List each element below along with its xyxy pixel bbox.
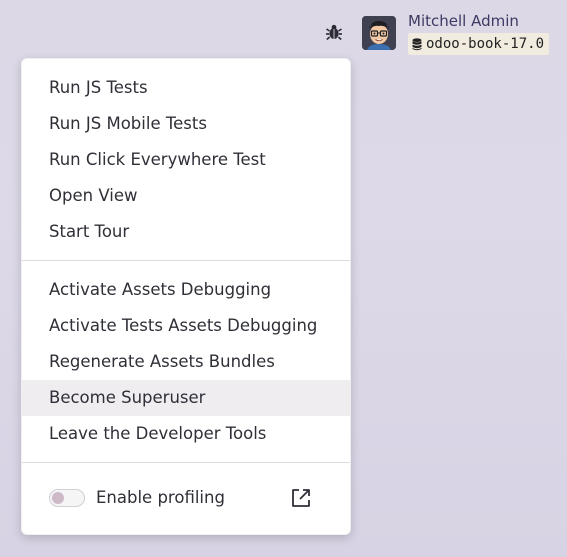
bug-icon[interactable] [324,22,344,42]
profiling-toggle[interactable] [49,489,85,507]
menu-item-start-tour[interactable]: Start Tour [22,214,350,250]
menu-item-leave-developer-tools[interactable]: Leave the Developer Tools [22,416,350,452]
user-avatar[interactable] [362,16,396,50]
database-badge: odoo-book-17.0 [408,33,550,55]
menu-item-run-click-everywhere-test[interactable]: Run Click Everywhere Test [22,142,350,178]
toggle-knob [52,492,64,504]
menu-item-become-superuser[interactable]: Become Superuser [22,380,350,416]
menu-item-activate-tests-assets-debugging[interactable]: Activate Tests Assets Debugging [22,308,350,344]
external-link-icon[interactable] [290,487,312,509]
menu-divider [22,260,350,261]
menu-item-activate-assets-debugging[interactable]: Activate Assets Debugging [22,272,350,308]
profiling-row: Enable profiling [22,481,350,515]
database-name: odoo-book-17.0 [426,36,545,52]
menu-divider [22,462,350,463]
user-name[interactable]: Mitchell Admin [408,12,519,30]
profiling-label[interactable]: Enable profiling [96,481,225,515]
debug-menu-dropdown: Run JS Tests Run JS Mobile Tests Run Cli… [21,58,351,535]
menu-item-run-js-mobile-tests[interactable]: Run JS Mobile Tests [22,106,350,142]
menu-item-open-view[interactable]: Open View [22,178,350,214]
menu-item-regenerate-assets-bundles[interactable]: Regenerate Assets Bundles [22,344,350,380]
menu-item-run-js-tests[interactable]: Run JS Tests [22,70,350,106]
database-icon [412,37,422,51]
